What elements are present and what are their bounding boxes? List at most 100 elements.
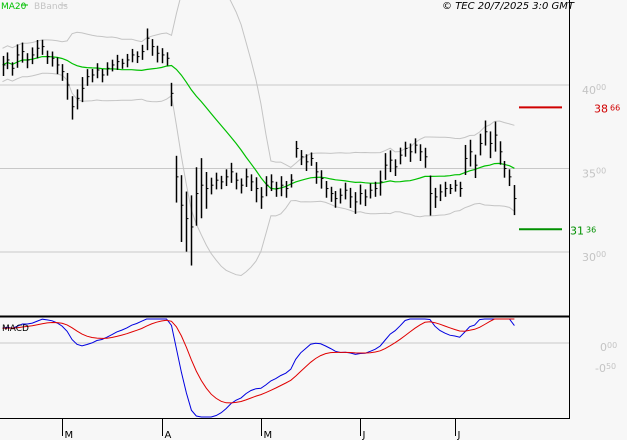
ohlc-bar — [260, 187, 264, 209]
ohlc-bar — [195, 167, 199, 226]
ohlc-bar — [464, 144, 468, 176]
ohlc-bar — [280, 176, 284, 197]
x-tick-label: M — [65, 430, 74, 440]
macd-panel — [2, 318, 515, 418]
ohlc-bar — [166, 52, 170, 66]
ohlc-bar — [484, 120, 488, 146]
ohlc-bar — [175, 155, 179, 203]
ohlc-bar — [136, 51, 140, 64]
ohlc-bar — [81, 77, 85, 103]
ohlc-bar — [116, 54, 120, 70]
ohlc-bar — [230, 162, 234, 183]
ohlc-bar — [51, 51, 55, 67]
ohlc-bar — [325, 181, 329, 198]
ohlc-bar — [200, 158, 204, 219]
ohlc-bar — [126, 53, 130, 68]
ohlc-bar — [215, 172, 219, 190]
x-axis: MAMJJ — [62, 419, 461, 440]
ohlc-bar — [429, 175, 433, 216]
ohlc-bar — [86, 69, 90, 86]
ohlc-bar — [339, 188, 343, 204]
ohlc-bar — [61, 64, 65, 81]
ohlc-bar — [479, 133, 483, 156]
macd-tick-label: -050 — [595, 362, 616, 375]
price-tick-label: 4000 — [582, 83, 606, 97]
ohlc-bar — [449, 184, 453, 195]
ohlc-bar — [6, 52, 10, 70]
bband-upper — [2, 0, 515, 169]
ohlc-bar — [384, 153, 388, 180]
ohlc-bar — [503, 160, 507, 178]
ohlc-bar — [349, 187, 353, 208]
ohlc-bar — [250, 174, 254, 192]
ohlc-bar — [255, 177, 259, 203]
ohlc-bar — [111, 59, 115, 72]
ohlc-bar — [315, 162, 319, 184]
ohlc-bar — [474, 154, 478, 179]
ohlc-bar — [91, 68, 95, 83]
ohlc-bar — [320, 170, 324, 189]
ohlc-bar — [245, 168, 249, 187]
ohlc-bar — [26, 53, 30, 69]
ohlc-bar — [469, 139, 473, 167]
ohlc-bar — [439, 184, 443, 202]
ohlc-bar — [161, 48, 165, 64]
ohlc-bar — [374, 181, 378, 197]
signal-line — [2, 318, 515, 404]
copyright-timestamp: © TEC 20/7/2025 3:0 GMT — [442, 1, 575, 12]
ohlc-bar — [71, 96, 75, 120]
ohlc-bar — [156, 45, 160, 63]
ohlc-bar — [344, 182, 348, 200]
macd-line — [2, 318, 515, 418]
ohlc-bar — [364, 189, 368, 207]
ohlc-bar — [151, 39, 155, 56]
ohlc-bar — [141, 44, 145, 60]
ohlc-bar — [185, 191, 189, 252]
legend-ma20: MA20 — [1, 2, 27, 12]
ohlc-bar — [290, 174, 294, 188]
x-tick-label: M — [264, 430, 273, 440]
ohlc-bar — [513, 185, 517, 216]
ohlc-bar — [459, 181, 463, 197]
ohlc-bar — [275, 181, 279, 197]
ohlc-bar — [434, 187, 438, 208]
ohlc-bar — [2, 55, 6, 76]
ohlc-bar — [16, 44, 20, 68]
ohlc-bar — [41, 39, 45, 55]
ohlc-bar — [121, 58, 125, 69]
x-tick-label: J — [457, 430, 461, 440]
ohlc-bar — [235, 172, 239, 190]
ohlc-bar — [180, 175, 184, 242]
ohlc-bar — [146, 28, 150, 51]
ohlc-bar — [404, 141, 408, 157]
ohlc-bar — [424, 147, 428, 168]
ohlc-bar — [190, 195, 194, 266]
ohlc-bar — [310, 152, 314, 166]
ohlc-bar — [56, 57, 60, 75]
ohlc-bar — [369, 183, 373, 199]
ohlc-bar — [444, 181, 448, 197]
ohlc-bar — [210, 177, 214, 195]
ohlc-bar — [354, 192, 358, 214]
ohlc-bar — [205, 172, 209, 209]
ohlc-bar — [334, 191, 338, 208]
ohlc-bar — [359, 184, 363, 205]
price-tick-label: 3000 — [582, 250, 606, 264]
ohlc-bar — [394, 159, 398, 177]
x-tick-label: A — [165, 430, 172, 440]
ohlc-bar — [508, 169, 512, 187]
ohlc-bar — [131, 48, 135, 63]
ohlc-bar — [419, 144, 423, 161]
ma20-line — [2, 55, 515, 190]
ohlc-bar — [101, 68, 105, 83]
legend-bbands: BBands — [34, 2, 68, 12]
ohlc-bar — [36, 39, 40, 59]
ohlc-bar — [220, 175, 224, 190]
ohlc-bar — [240, 178, 244, 194]
ohlc-bar — [225, 169, 229, 187]
macd-title: MACD — [2, 324, 29, 334]
ohlc-bar — [295, 140, 299, 158]
ohlc-bar — [31, 47, 35, 65]
ohlc-bar — [454, 179, 458, 192]
price-bars — [2, 28, 517, 266]
